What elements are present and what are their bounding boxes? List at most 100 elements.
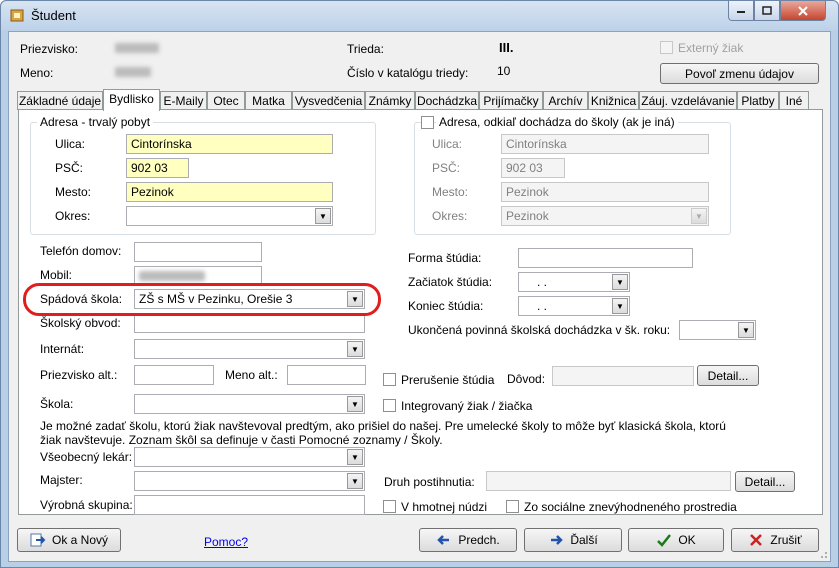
- disadvantaged-checkbox[interactable]: [506, 500, 519, 513]
- school-zip-input[interactable]: 902 03: [501, 158, 565, 178]
- allow-change-button[interactable]: Povoľ zmenu údajov: [660, 63, 819, 84]
- ok-and-new-button[interactable]: Ok a Nový: [17, 528, 121, 552]
- school-address-title: Adresa, odkiaľ dochádza do školy (ak je …: [436, 115, 678, 129]
- minimize-icon: [737, 10, 745, 13]
- tab-archive[interactable]: Archív: [543, 91, 588, 110]
- reason-input[interactable]: [552, 366, 694, 386]
- interruption-label: Prerušenie štúdia: [401, 373, 495, 387]
- doctor-select[interactable]: ▼: [134, 447, 365, 467]
- arrow-left-icon: [437, 535, 450, 545]
- tab-attendance[interactable]: Dochádzka: [415, 91, 479, 110]
- other-address-checkbox[interactable]: [421, 116, 434, 129]
- chevron-down-icon: ▼: [347, 449, 363, 465]
- chevron-down-icon: ▼: [612, 298, 628, 314]
- tab-residence[interactable]: Bydlisko: [103, 89, 160, 111]
- zip-input[interactable]: 902 03: [126, 158, 189, 178]
- school-select[interactable]: ▼: [134, 394, 365, 414]
- checkmark-icon: [657, 534, 672, 547]
- school-street-label: Ulica:: [432, 137, 463, 151]
- master-select[interactable]: ▼: [134, 471, 365, 491]
- catalog-number-label: Číslo v katalógu triedy:: [347, 66, 469, 80]
- close-button[interactable]: [780, 1, 826, 21]
- alt-surname-label: Priezvisko alt.:: [40, 368, 118, 382]
- next-button[interactable]: Ďalší: [524, 528, 622, 552]
- alt-name-label: Meno alt.:: [225, 368, 278, 382]
- resize-grip-icon[interactable]: [818, 549, 828, 559]
- material-need-checkbox[interactable]: [383, 500, 396, 513]
- school-district-area-label: Školský obvod:: [40, 316, 121, 330]
- dormitory-select[interactable]: ▼: [134, 339, 365, 359]
- arrow-right-icon: [551, 535, 564, 545]
- permanent-address-title: Adresa - trvalý pobyt: [37, 115, 154, 129]
- alt-surname-input[interactable]: [134, 365, 214, 385]
- disability-type-input[interactable]: [486, 471, 731, 491]
- tab-father[interactable]: Otec: [207, 91, 245, 110]
- street-input[interactable]: Cintorínska: [126, 134, 333, 154]
- study-form-label: Forma štúdia:: [408, 251, 482, 265]
- alt-name-input[interactable]: [287, 365, 366, 385]
- tab-library[interactable]: Knižnica: [588, 91, 639, 110]
- minimize-button[interactable]: [728, 1, 754, 21]
- catchment-school-highlight: [23, 283, 381, 316]
- school-district-select[interactable]: Pezinok ▼: [501, 206, 709, 226]
- class-value: III.: [499, 40, 514, 55]
- home-phone-label: Telefón domov:: [40, 244, 122, 258]
- chevron-down-icon: ▼: [347, 396, 363, 412]
- tab-basic-data[interactable]: Základné údaje: [17, 91, 103, 110]
- chevron-down-icon: ▼: [691, 208, 707, 224]
- arrow-right-doc-icon: [30, 533, 46, 547]
- class-label: Trieda:: [347, 42, 384, 56]
- tab-grades[interactable]: Známky: [365, 91, 415, 110]
- study-form-input[interactable]: [518, 248, 693, 268]
- district-select[interactable]: ▼: [126, 206, 333, 226]
- disability-detail-button[interactable]: Detail...: [735, 471, 795, 492]
- tab-mother[interactable]: Matka: [245, 91, 292, 110]
- tab-payments[interactable]: Platby: [737, 91, 779, 110]
- disability-type-label: Druh postihnutia:: [384, 475, 475, 489]
- app-icon: [10, 9, 24, 22]
- ok-button[interactable]: OK: [628, 528, 724, 552]
- tab-admissions[interactable]: Prijímačky: [479, 91, 543, 110]
- dormitory-label: Internát:: [40, 342, 85, 356]
- school-note: Je možné zadať školu, ktorú žiak navštev…: [40, 419, 726, 447]
- doctor-label: Všeobecný lekár:: [40, 450, 133, 464]
- maximize-icon: [762, 6, 772, 15]
- chevron-down-icon: ▼: [347, 473, 363, 489]
- catalog-number-value: 10: [497, 64, 511, 78]
- name-value-redacted: [115, 67, 151, 77]
- home-phone-input[interactable]: [134, 242, 262, 262]
- mobile-value-redacted: [139, 271, 205, 281]
- compulsory-attendance-select[interactable]: ▼: [679, 320, 756, 340]
- school-city-input[interactable]: Pezinok: [501, 182, 709, 202]
- integrated-student-checkbox[interactable]: [383, 399, 396, 412]
- integrated-student-label: Integrovaný žiak / žiačka: [401, 399, 533, 413]
- maximize-button[interactable]: [754, 1, 780, 21]
- study-start-value: . .: [537, 275, 548, 289]
- study-start-select[interactable]: . . ▼: [518, 272, 630, 292]
- tab-report-cards[interactable]: Vysvedčenia: [292, 91, 365, 110]
- interruption-checkbox[interactable]: [383, 373, 396, 386]
- window-title: Študent: [31, 8, 76, 23]
- cancel-button[interactable]: Zrušiť: [731, 528, 819, 552]
- study-end-select[interactable]: . . ▼: [518, 296, 630, 316]
- previous-button[interactable]: Predch.: [419, 528, 517, 552]
- street-label: Ulica:: [55, 137, 86, 151]
- school-street-input[interactable]: Cintorínska: [501, 134, 709, 154]
- district-label: Okres:: [55, 209, 91, 223]
- external-student-checkbox[interactable]: [660, 41, 673, 54]
- tab-other[interactable]: Iné: [779, 91, 809, 110]
- disadvantaged-label: Zo sociálne znevýhodneného prostredia: [524, 500, 737, 514]
- interruption-detail-button[interactable]: Detail...: [697, 365, 759, 386]
- city-input[interactable]: Pezinok: [126, 182, 333, 202]
- school-city-label: Mesto:: [432, 185, 469, 199]
- reason-label: Dôvod:: [507, 372, 546, 386]
- city-label: Mesto:: [55, 185, 92, 199]
- school-district-area-input[interactable]: [134, 313, 365, 333]
- external-student-label: Externý žiak: [678, 41, 744, 55]
- tab-emails[interactable]: E-Maily: [160, 91, 207, 110]
- cancel-label: Zrušiť: [770, 533, 802, 547]
- production-group-input[interactable]: [134, 495, 365, 515]
- help-link[interactable]: Pomoc?: [204, 535, 248, 549]
- material-need-label: V hmotnej núdzi: [401, 500, 488, 514]
- tab-interest-education[interactable]: Záuj. vzdelávanie: [639, 91, 737, 110]
